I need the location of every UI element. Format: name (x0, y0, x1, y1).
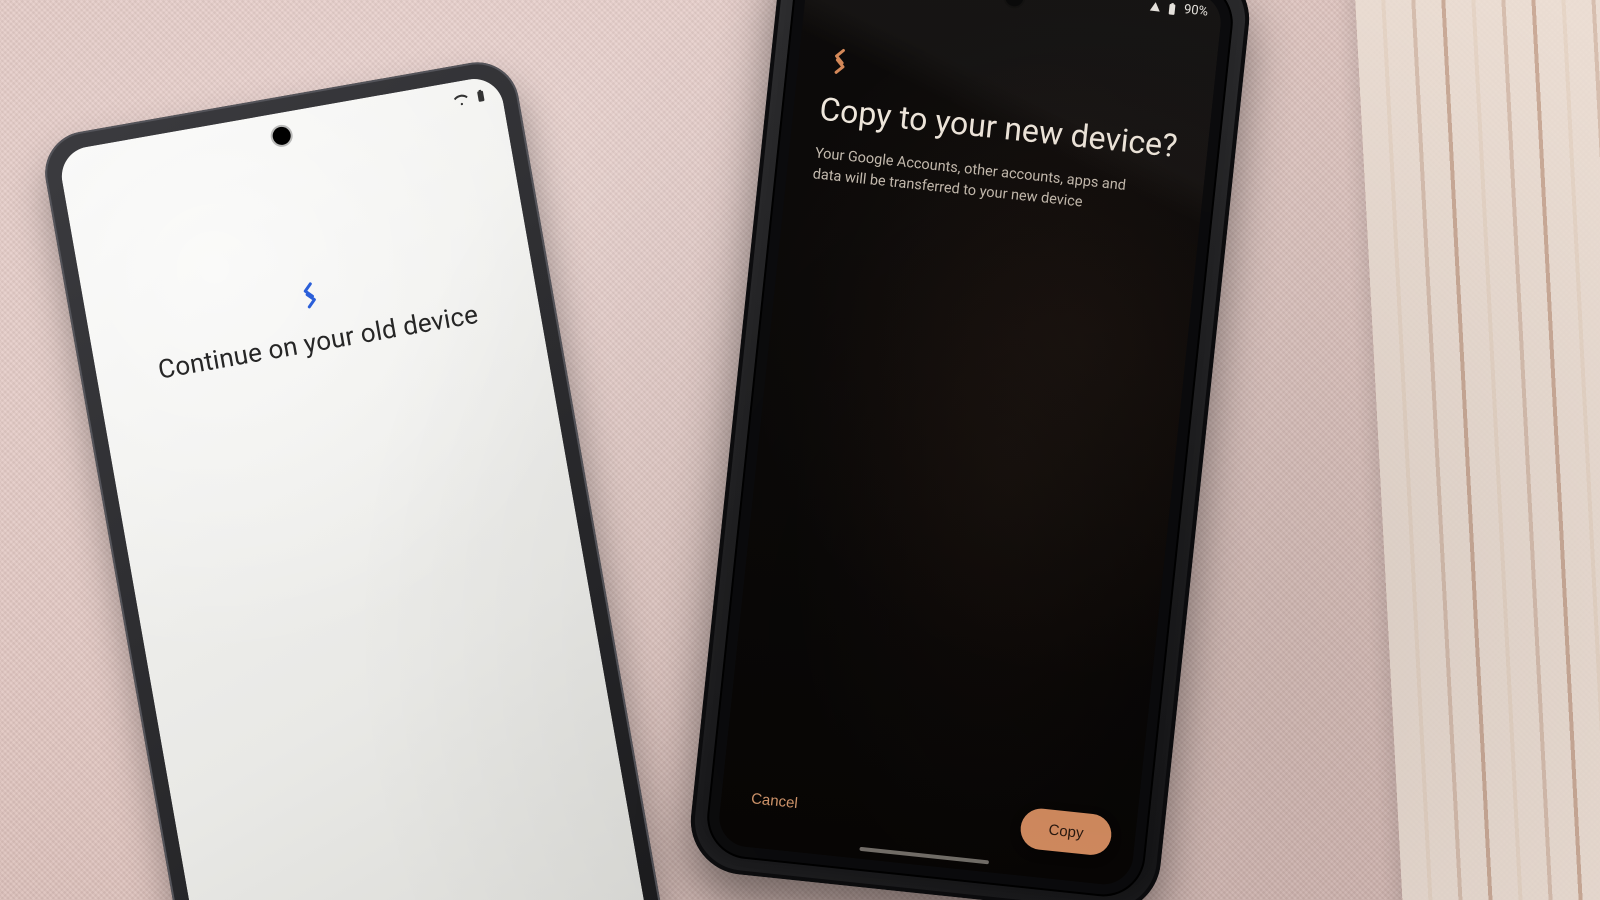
front-camera-icon (271, 125, 292, 146)
battery-icon (1164, 1, 1179, 16)
battery-text: 90% (1183, 2, 1209, 19)
left-status-bar (453, 87, 489, 107)
left-setup-content: Continue on your old device (87, 242, 542, 397)
copy-button[interactable]: Copy (1019, 807, 1114, 857)
left-phone-device: Continue on your old device (39, 56, 682, 900)
photo-background: Continue on your old device 12:34 (0, 0, 1600, 900)
right-phone-device: 12:34 90% (703, 0, 1237, 900)
right-footer: Cancel Copy (743, 778, 1113, 857)
battery-icon (472, 87, 488, 103)
front-camera-icon (1005, 0, 1025, 7)
cancel-button[interactable]: Cancel (743, 780, 805, 823)
right-setup-content: Copy to your new device? Your Google Acc… (812, 45, 1189, 222)
wifi-icon (453, 90, 469, 106)
signal-icon (1150, 2, 1161, 12)
left-phone-screen: Continue on your old device (57, 74, 663, 900)
